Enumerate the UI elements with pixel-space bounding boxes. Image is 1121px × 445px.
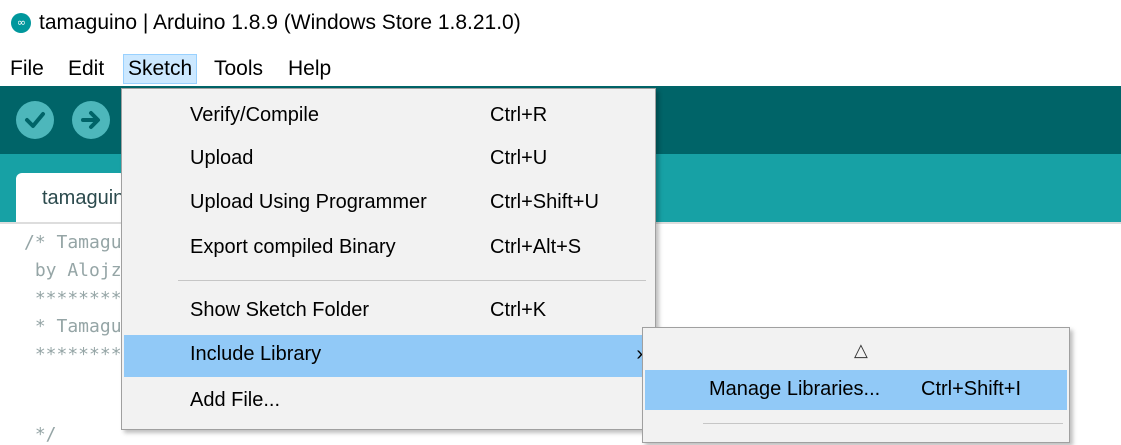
menu-item-shortcut: Ctrl+R <box>490 104 548 126</box>
menu-item-shortcut: Ctrl+K <box>490 299 547 321</box>
menu-help[interactable]: Help <box>284 55 335 83</box>
title-bar: ∞ tamaguino | Arduino 1.8.9 (Windows Sto… <box>0 0 1121 46</box>
menu-item-verify-compile[interactable]: Verify/Compile Ctrl+R <box>124 96 653 138</box>
menu-tools[interactable]: Tools <box>210 55 267 83</box>
menu-item-label: Include Library <box>190 343 322 365</box>
menu-edit[interactable]: Edit <box>64 55 108 83</box>
menu-item-shortcut: Ctrl+Shift+U <box>490 191 599 213</box>
menu-sketch[interactable]: Sketch <box>123 54 198 84</box>
tab-tamaguino[interactable]: tamaguino <box>16 173 126 222</box>
verify-button[interactable] <box>16 101 54 139</box>
menu-item-shortcut: Ctrl+Shift+I <box>921 378 1022 400</box>
menu-item-label: Upload Using Programmer <box>190 191 427 213</box>
arduino-logo-icon: ∞ <box>11 13 31 33</box>
menu-separator <box>703 423 1063 424</box>
menu-item-shortcut: Ctrl+Alt+S <box>490 236 582 258</box>
menu-item-upload[interactable]: Upload Ctrl+U <box>124 139 653 181</box>
scroll-up-icon[interactable]: △ <box>854 340 868 361</box>
include-library-submenu: △ Manage Libraries... Ctrl+Shift+I <box>642 327 1070 443</box>
window-title: tamaguino | Arduino 1.8.9 (Windows Store… <box>39 11 521 34</box>
menu-item-show-sketch-folder[interactable]: Show Sketch Folder Ctrl+K <box>124 291 653 333</box>
menu-item-label: Show Sketch Folder <box>190 299 369 321</box>
check-icon <box>25 112 45 128</box>
menu-file[interactable]: File <box>6 55 48 83</box>
menu-item-shortcut: Ctrl+U <box>490 147 548 169</box>
upload-button[interactable] <box>72 101 110 139</box>
menu-item-export-compiled-binary[interactable]: Export compiled Binary Ctrl+Alt+S <box>124 228 653 270</box>
code-line: */ <box>24 424 57 445</box>
arrow-right-icon <box>81 111 100 129</box>
menu-item-include-library[interactable]: Include Library › <box>124 335 653 377</box>
menu-item-label: Verify/Compile <box>190 104 319 126</box>
sketch-menu: Verify/Compile Ctrl+R Upload Ctrl+U Uplo… <box>121 88 656 430</box>
menu-item-label: Export compiled Binary <box>190 236 396 258</box>
menu-item-add-file[interactable]: Add File... <box>124 381 653 423</box>
menu-separator <box>178 280 646 281</box>
menu-item-manage-libraries[interactable]: Manage Libraries... Ctrl+Shift+I <box>645 370 1067 410</box>
menu-item-upload-using-programmer[interactable]: Upload Using Programmer Ctrl+Shift+U <box>124 183 653 225</box>
menu-bar: File Edit Sketch Tools Help <box>0 50 1121 86</box>
menu-item-label: Manage Libraries... <box>709 378 881 400</box>
tab-label: tamaguino <box>42 187 126 209</box>
menu-item-label: Upload <box>190 147 254 169</box>
menu-item-label: Add File... <box>190 389 281 411</box>
